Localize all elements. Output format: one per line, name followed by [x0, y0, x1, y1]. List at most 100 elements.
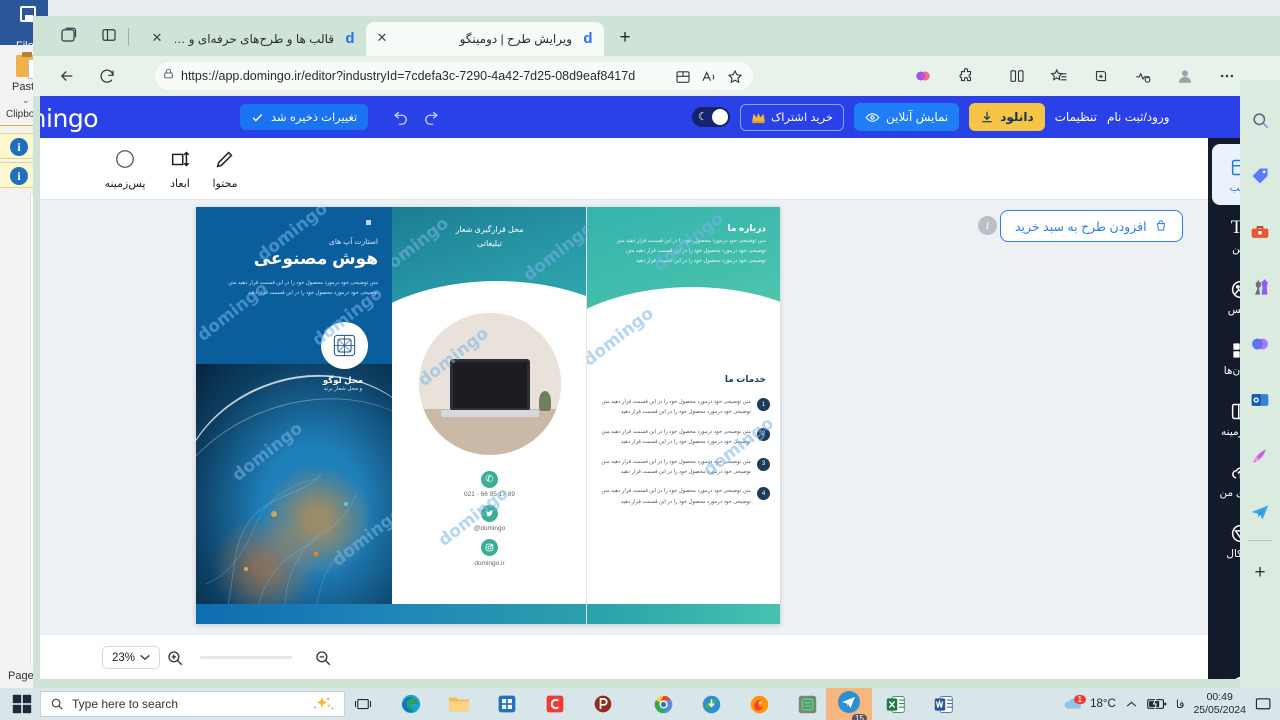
back-arrow-icon[interactable] [55, 64, 79, 88]
about-body-text[interactable]: متن توضیحی خود درمورد محصول خود را در ای… [600, 237, 766, 267]
brochure-panel-middle[interactable]: محل قرارگیری شعار تبلیغاتی ✆ 021 - 66 95… [392, 207, 587, 624]
vertical-tabs-icon[interactable] [96, 26, 118, 48]
settings-more-icon[interactable] [1215, 64, 1239, 88]
taskbar-app-edge[interactable] [394, 691, 428, 717]
games-icon[interactable] [1240, 270, 1280, 306]
collections-icon[interactable] [1089, 64, 1113, 88]
info-icon[interactable]: i [978, 216, 997, 235]
about-title-text[interactable]: درباره ما [727, 223, 766, 234]
taskbar-app-telegram[interactable]: 15 [826, 688, 872, 720]
address-bar[interactable]: https://app.domingo.ir/editor?industryId… [155, 62, 753, 90]
language-indicator[interactable]: فا [1176, 698, 1185, 711]
twitter-icon [481, 504, 498, 522]
services-title-text[interactable]: خدمات ما [725, 374, 766, 385]
crown-icon [752, 112, 765, 123]
taskbar-app-microsoft-store[interactable] [490, 691, 524, 717]
domingo-logo[interactable]: domingo [40, 104, 98, 133]
service-item[interactable]: 2 متن توضیحی خود درمورد محصول خود را در … [594, 427, 770, 448]
zoom-in-icon[interactable] [166, 649, 184, 667]
zoom-out-icon[interactable] [314, 649, 332, 667]
copilot-icon[interactable] [911, 64, 935, 88]
taskbar-app-file-explorer[interactable] [442, 691, 476, 717]
new-tab-button[interactable]: + [615, 28, 635, 48]
instagram-icon [481, 539, 498, 556]
chevron-down-icon[interactable]: ⌄ [22, 95, 30, 106]
browser-tab-2[interactable]: d ویرایش طرح | دومینگو ✕ [366, 22, 604, 56]
design-sheet[interactable]: استارت آپ های هوش مصنوعی متن توضیحی خود … [196, 207, 780, 624]
tool-label: ابعاد [170, 178, 190, 190]
taskbar-app-excel[interactable] [878, 691, 912, 717]
saved-status-button[interactable]: تغییرات ذخیره شد [240, 104, 369, 130]
divider [1248, 540, 1272, 541]
tab-search-icon[interactable] [55, 26, 77, 48]
reload-icon[interactable] [95, 64, 119, 88]
logo-title-text[interactable]: محل لوگو [308, 375, 378, 386]
taskbar-app-chrome[interactable] [646, 691, 680, 717]
download-button[interactable]: دانلود [969, 103, 1045, 131]
service-item[interactable]: 1 متن توضیحی خود درمورد محصول خود را در … [594, 397, 770, 418]
favorite-star-icon[interactable] [723, 65, 747, 89]
browser-tab-1[interactable]: d قالب ها و طرح‌های حرفه‌ای و رایگان ✕ [141, 22, 366, 56]
split-window-icon[interactable] [1005, 64, 1029, 88]
download-icon [982, 111, 992, 123]
taskbar-app-firefox[interactable] [742, 691, 776, 717]
login-signup-link[interactable]: ورود/ثبت نام [1107, 110, 1170, 124]
close-icon[interactable]: ✕ [149, 31, 165, 47]
taskbar-app-idm[interactable] [694, 691, 728, 717]
logo-subtitle-text[interactable]: و محل شعار برند [308, 386, 378, 392]
task-view-icon[interactable] [346, 691, 380, 717]
contact-row[interactable]: @domingo [392, 504, 587, 532]
online-preview-button[interactable]: نمایش آنلاین [854, 103, 960, 131]
undo-icon[interactable] [392, 107, 410, 125]
zoom-level-select[interactable]: 23% [102, 646, 160, 669]
contact-row[interactable]: ✆ 021 - 66 95 17 89 [392, 469, 587, 498]
dark-mode-toggle[interactable]: ☾ [692, 107, 730, 127]
windows-start-icon[interactable] [12, 694, 32, 714]
contact-row[interactable]: domingo.ir [392, 539, 587, 567]
brochure-panel-right[interactable]: درباره ما متن توضیحی خود درمورد محصول خو… [587, 207, 780, 624]
logo-placeholder[interactable] [321, 322, 368, 369]
search-icon[interactable] [1240, 102, 1280, 138]
left-title-text[interactable]: هوش مصنوعی [218, 249, 378, 269]
taskbar-app-green[interactable] [790, 691, 824, 717]
profile-icon[interactable] [1173, 64, 1197, 88]
settings-link[interactable]: تنظیمات [1055, 110, 1097, 124]
clock[interactable]: 00:49 25/05/2024 [1193, 691, 1246, 717]
extensions-icon[interactable] [954, 64, 978, 88]
browser-essentials-icon[interactable] [1131, 64, 1155, 88]
left-eyebrow-text[interactable]: استارت آپ های [228, 237, 378, 246]
battery-charging-icon[interactable] [1146, 697, 1167, 711]
read-aloud-icon[interactable] [697, 65, 721, 89]
weather-widget[interactable]: 1 18°C [1062, 695, 1116, 713]
tool-dimensions[interactable]: ابعاد [153, 148, 207, 190]
split-screen-icon[interactable] [671, 65, 695, 89]
zoom-slider-track[interactable] [200, 656, 292, 659]
photo-placeholder[interactable] [419, 313, 561, 455]
taskbar-app-c[interactable] [538, 691, 572, 717]
tool-background[interactable]: پس‌زمینه [98, 148, 152, 190]
left-body-text[interactable]: متن توضیحی خود درمورد محصول خود را در ای… [218, 279, 378, 299]
notification-icon[interactable] [1255, 697, 1272, 712]
chevron-up-icon[interactable] [1125, 698, 1138, 711]
brochure-panel-left[interactable]: استارت آپ های هوش مصنوعی متن توضیحی خود … [196, 207, 392, 624]
copilot-icon[interactable] [1240, 326, 1280, 362]
outlook-icon[interactable] [1240, 382, 1280, 418]
taskbar-app-word[interactable] [926, 691, 960, 717]
service-item[interactable]: 3 متن توضیحی خود درمورد محصول خود را در … [594, 457, 770, 478]
taskbar-app-p[interactable] [586, 691, 620, 717]
buy-subscription-button[interactable]: خرید اشتراک [740, 103, 845, 131]
shopping-tag-icon[interactable] [1240, 158, 1280, 194]
cart-icon [1156, 220, 1165, 231]
slogan-text[interactable]: محل قرارگیری شعار تبلیغاتی [412, 223, 567, 252]
word-page-label: Page [8, 670, 34, 682]
service-item[interactable]: 4 متن توضیحی خود درمورد محصول خود را در … [594, 486, 770, 507]
favorites-list-icon[interactable] [1047, 64, 1071, 88]
redo-icon[interactable] [422, 107, 440, 125]
close-icon[interactable]: ✕ [374, 31, 390, 47]
designer-icon[interactable] [1240, 438, 1280, 474]
add-to-cart-button[interactable]: افزودن طرح به سبد خرید [1000, 210, 1183, 242]
telegram-icon[interactable] [1240, 494, 1280, 530]
search-input[interactable]: Type here to search [40, 691, 345, 717]
tools-toolbox-icon[interactable] [1240, 214, 1280, 250]
add-sidebar-app-icon[interactable]: + [1240, 555, 1280, 591]
